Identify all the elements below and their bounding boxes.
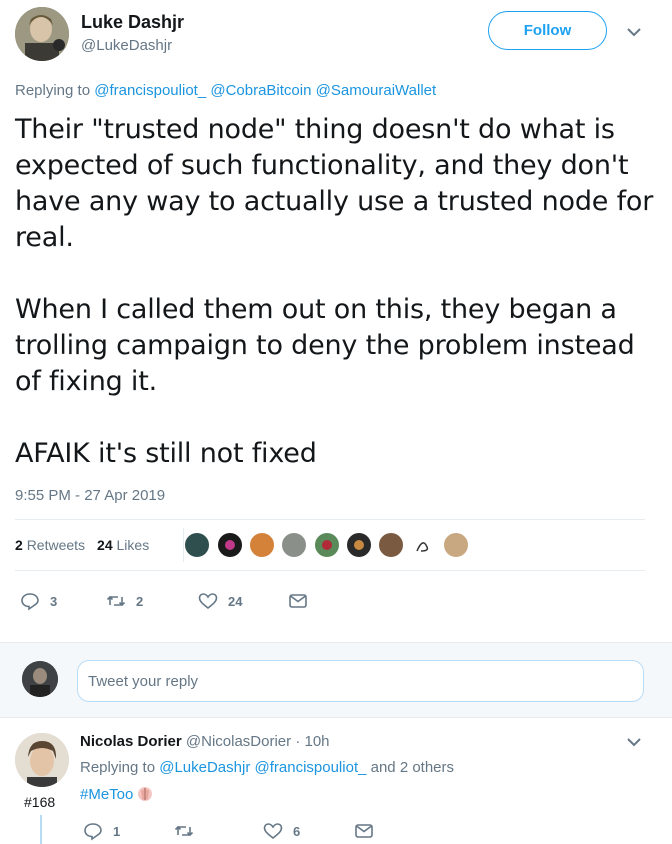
- reply-composer: Tweet your reply: [0, 642, 672, 718]
- reply-message-action[interactable]: [354, 821, 374, 841]
- retweets-label: Retweets: [26, 537, 86, 553]
- liker-avatar[interactable]: [249, 532, 275, 558]
- follow-button[interactable]: Follow: [488, 11, 607, 50]
- replying-to: Replying to @francispouliot_ @CobraBitco…: [15, 82, 436, 99]
- liker-avatar[interactable]: [184, 532, 210, 558]
- liker-avatar[interactable]: [443, 532, 469, 558]
- tweet-paragraph: When I called them out on this, they beg…: [15, 294, 635, 397]
- reply-time[interactable]: 10h: [304, 733, 329, 750]
- likes-label: Likes: [116, 537, 150, 553]
- liker-avatar[interactable]: [281, 532, 307, 558]
- reply-rank: #168: [24, 794, 56, 810]
- tweet-stats: 2 Retweets 24 Likes: [15, 537, 149, 553]
- tweet-paragraph: AFAIK it's still not fixed: [15, 438, 317, 469]
- emoji-icon: [138, 787, 153, 801]
- replying-prefix: Replying to: [15, 82, 91, 99]
- author-avatar[interactable]: [15, 7, 69, 61]
- reply-reply-action[interactable]: 1: [83, 821, 120, 841]
- mention-link[interactable]: @CobraBitcoin: [210, 82, 311, 99]
- like-count: 24: [228, 593, 243, 609]
- liker-avatar[interactable]: [314, 532, 340, 558]
- tweet-timestamp[interactable]: 9:55 PM - 27 Apr 2019: [15, 487, 165, 504]
- mention-link[interactable]: @francispouliot_: [255, 759, 367, 776]
- user-avatar[interactable]: [22, 661, 58, 697]
- reply-like-action[interactable]: 6: [263, 821, 300, 841]
- retweets-count: 2: [15, 537, 23, 553]
- replying-others[interactable]: and 2 others: [371, 759, 454, 776]
- like-count: 6: [293, 823, 301, 839]
- message-action[interactable]: [288, 591, 308, 611]
- liker-avatar[interactable]: [217, 532, 243, 558]
- liker-avatar[interactable]: [410, 532, 436, 558]
- liker-avatar[interactable]: [378, 532, 404, 558]
- mention-link[interactable]: @LukeDashjr: [159, 759, 250, 776]
- like-action[interactable]: 24: [198, 591, 242, 611]
- reply-author-handle[interactable]: @NicolasDorier: [186, 733, 291, 750]
- reply-text: #MeToo: [80, 785, 154, 803]
- message-icon: [289, 594, 307, 608]
- replying-prefix: Replying to: [80, 759, 156, 776]
- author-handle[interactable]: @LukeDashjr: [81, 37, 172, 54]
- reply-replying-to: Replying to @LukeDashjr @francispouliot_…: [80, 759, 454, 776]
- tweet-text: Their "trusted node" thing doesn't do wh…: [15, 112, 655, 472]
- reply-author-name[interactable]: Nicolas Dorier: [80, 733, 182, 750]
- reply-author-avatar[interactable]: [15, 733, 69, 787]
- divider: [15, 519, 645, 520]
- reply-input[interactable]: Tweet your reply: [77, 660, 644, 702]
- mention-link[interactable]: @SamouraiWallet: [316, 82, 437, 99]
- reply-retweet-action[interactable]: [174, 821, 204, 841]
- reply-icon: [84, 823, 102, 841]
- retweets-stat[interactable]: 2 Retweets: [15, 537, 85, 553]
- retweet-count: 2: [136, 593, 144, 609]
- reply-count: 3: [50, 593, 58, 609]
- likes-count: 24: [97, 537, 113, 553]
- heart-icon: [198, 593, 218, 610]
- thread-line: [40, 815, 42, 844]
- hashtag-link[interactable]: #MeToo: [80, 786, 133, 803]
- divider: [15, 570, 645, 571]
- chevron-down-icon[interactable]: [626, 24, 642, 40]
- retweet-action[interactable]: 2: [106, 591, 143, 611]
- reply-author[interactable]: Nicolas Dorier @NicolasDorier · 10h: [80, 733, 330, 750]
- tweet-paragraph: Their "trusted node" thing doesn't do wh…: [15, 114, 654, 253]
- heart-icon: [263, 823, 283, 840]
- retweet-icon: [174, 825, 194, 837]
- likes-stat[interactable]: 24 Likes: [97, 537, 149, 553]
- mention-link[interactable]: @francispouliot_: [94, 82, 206, 99]
- chevron-down-icon[interactable]: [626, 734, 642, 750]
- author-name[interactable]: Luke Dashjr: [81, 12, 184, 33]
- reply-count: 1: [113, 823, 121, 839]
- reply-icon: [21, 593, 39, 611]
- message-icon: [355, 824, 373, 838]
- liker-avatar[interactable]: [346, 532, 372, 558]
- reply-separator: ·: [295, 733, 301, 750]
- reply-action[interactable]: 3: [20, 591, 57, 611]
- retweet-icon: [106, 595, 126, 607]
